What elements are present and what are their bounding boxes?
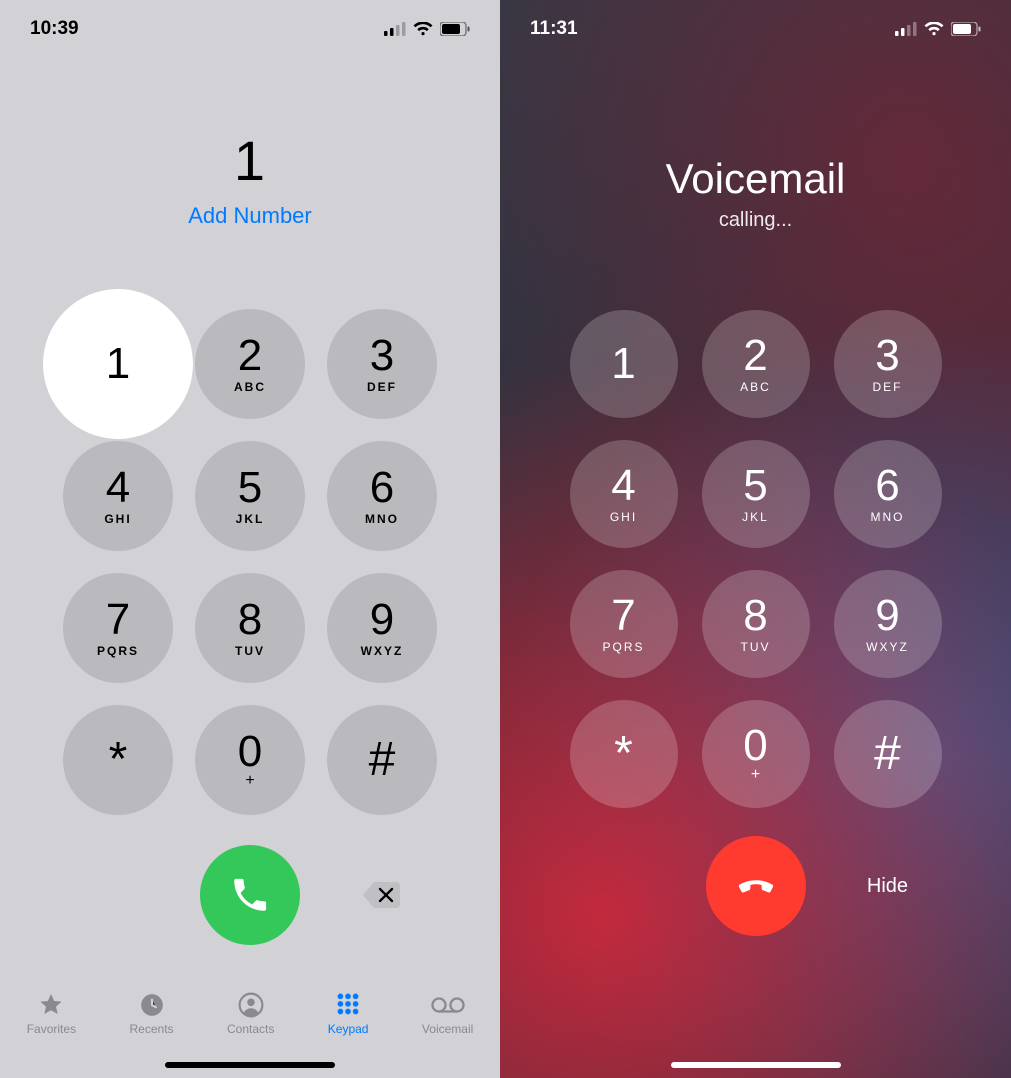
key-3[interactable]: 3DEF xyxy=(327,309,437,419)
key-5[interactable]: 5JKL xyxy=(702,440,810,548)
home-indicator[interactable] xyxy=(165,1062,335,1068)
entered-number: 1 xyxy=(0,128,500,193)
key-9[interactable]: 9WXYZ xyxy=(834,570,942,678)
person-icon xyxy=(237,992,265,1018)
tab-label: Contacts xyxy=(227,1022,274,1036)
action-row xyxy=(0,845,500,945)
key-1[interactable]: 1 xyxy=(570,310,678,418)
cellular-icon xyxy=(895,22,917,36)
tab-keypad[interactable]: Keypad xyxy=(328,992,369,1036)
status-time: 11:31 xyxy=(530,18,578,40)
star-icon xyxy=(37,992,65,1018)
key-star[interactable]: * xyxy=(570,700,678,808)
phone-keypad-screen: 10:39 1 Add Number 1 2ABC 3DEF 4GHI 5JKL… xyxy=(0,0,500,1078)
key-2[interactable]: 2ABC xyxy=(195,309,305,419)
key-6[interactable]: 6MNO xyxy=(327,441,437,551)
delete-button[interactable] xyxy=(357,877,407,913)
keypad-icon xyxy=(334,992,362,1018)
tab-voicemail[interactable]: Voicemail xyxy=(422,992,473,1036)
clock-icon xyxy=(138,992,166,1018)
status-icons xyxy=(384,22,470,36)
key-7[interactable]: 7PQRS xyxy=(63,573,173,683)
key-star[interactable]: * xyxy=(63,705,173,815)
key-8[interactable]: 8TUV xyxy=(195,573,305,683)
status-icons xyxy=(895,22,981,36)
battery-icon xyxy=(951,22,981,36)
add-number-link[interactable]: Add Number xyxy=(0,203,500,229)
tab-label: Keypad xyxy=(328,1022,369,1036)
battery-icon xyxy=(440,22,470,36)
key-0[interactable]: 0+ xyxy=(195,705,305,815)
tab-favorites[interactable]: Favorites xyxy=(27,992,76,1036)
key-3[interactable]: 3DEF xyxy=(834,310,942,418)
key-8[interactable]: 8TUV xyxy=(702,570,810,678)
cellular-icon xyxy=(384,22,406,36)
phone-icon xyxy=(229,874,271,916)
status-bar: 10:39 xyxy=(0,0,500,58)
key-5[interactable]: 5JKL xyxy=(195,441,305,551)
call-button[interactable] xyxy=(200,845,300,945)
keypad: 1 2ABC 3DEF 4GHI 5JKL 6MNO 7PQRS 8TUV 9W… xyxy=(0,309,500,815)
key-4[interactable]: 4GHI xyxy=(63,441,173,551)
key-9[interactable]: 9WXYZ xyxy=(327,573,437,683)
key-0[interactable]: 0+ xyxy=(702,700,810,808)
key-4[interactable]: 4GHI xyxy=(570,440,678,548)
tab-label: Recents xyxy=(130,1022,174,1036)
end-call-button[interactable] xyxy=(706,836,806,936)
call-title: Voicemail xyxy=(500,155,1011,203)
tab-contacts[interactable]: Contacts xyxy=(227,992,274,1036)
status-bar: 11:31 xyxy=(500,0,1011,58)
tab-label: Favorites xyxy=(27,1022,76,1036)
display-area: 1 Add Number xyxy=(0,128,500,229)
phone-down-icon xyxy=(733,863,779,909)
key-hash[interactable]: # xyxy=(834,700,942,808)
keypad: 1 2ABC 3DEF 4GHI 5JKL 6MNO 7PQRS 8TUV 9W… xyxy=(500,310,1011,808)
key-hash[interactable]: # xyxy=(327,705,437,815)
tab-label: Voicemail xyxy=(422,1022,473,1036)
tab-recents[interactable]: Recents xyxy=(130,992,174,1036)
action-row: Hide xyxy=(500,836,1011,936)
wifi-icon xyxy=(413,22,433,36)
key-6[interactable]: 6MNO xyxy=(834,440,942,548)
status-time: 10:39 xyxy=(30,18,79,40)
key-7[interactable]: 7PQRS xyxy=(570,570,678,678)
wifi-icon xyxy=(924,22,944,36)
phone-calling-screen: 11:31 Voicemail calling... 1 2ABC 3DEF 4… xyxy=(500,0,1011,1078)
home-indicator[interactable] xyxy=(671,1062,841,1068)
hide-button[interactable]: Hide xyxy=(834,875,942,898)
call-header: Voicemail calling... xyxy=(500,155,1011,232)
key-2[interactable]: 2ABC xyxy=(702,310,810,418)
call-status: calling... xyxy=(500,209,1011,232)
voicemail-icon xyxy=(431,992,465,1018)
backspace-icon xyxy=(362,880,402,910)
key-1[interactable]: 1 xyxy=(63,309,173,419)
